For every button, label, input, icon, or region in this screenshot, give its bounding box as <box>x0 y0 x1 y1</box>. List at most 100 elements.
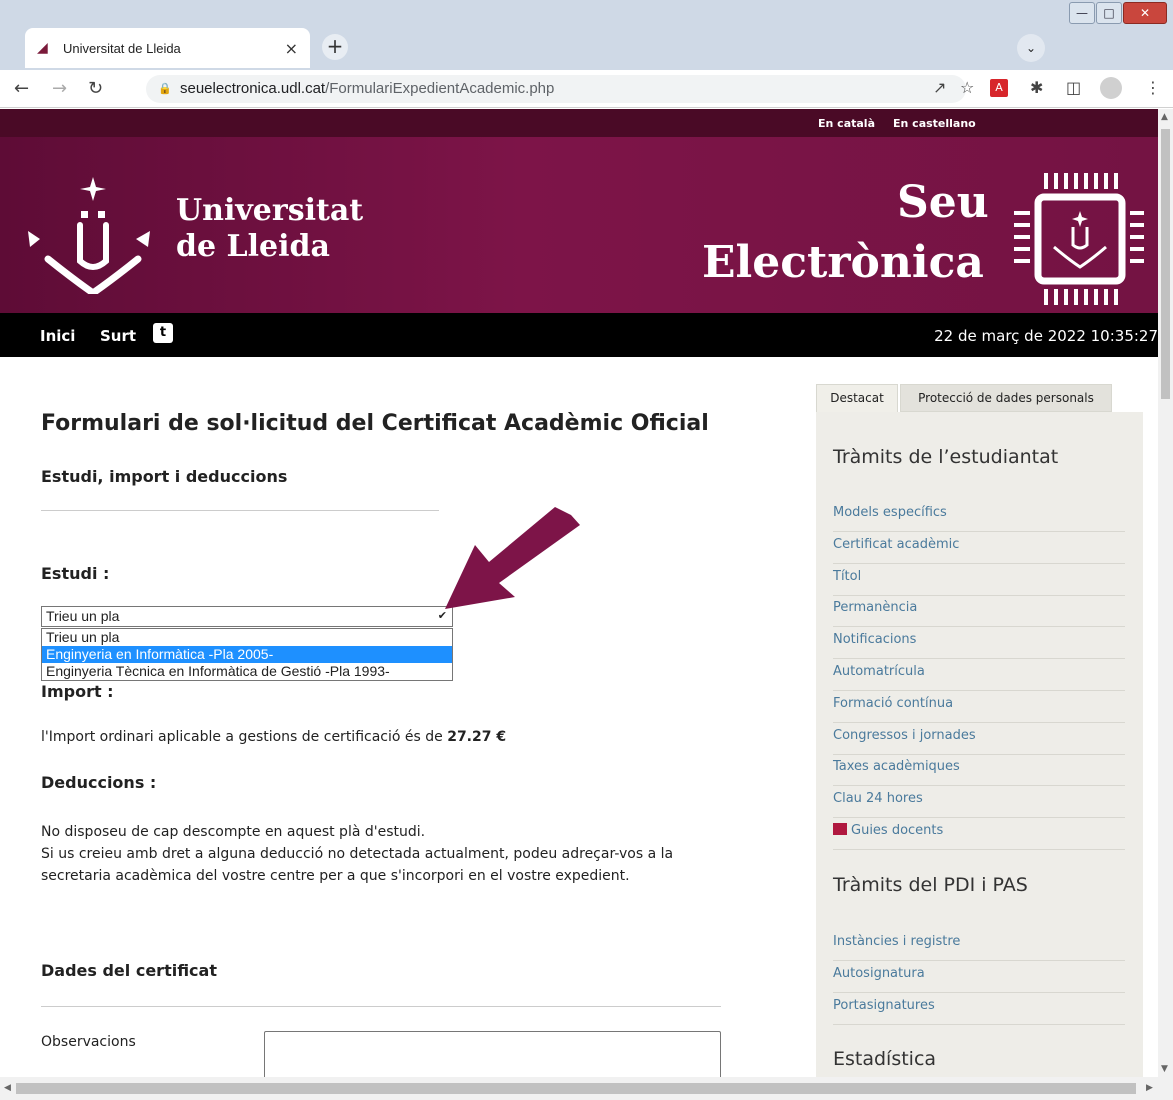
chip-logo-icon <box>1014 173 1144 305</box>
deduccions-line3: secretaria acadèmica del vostre centre p… <box>41 868 630 884</box>
observacions-textarea[interactable] <box>264 1031 721 1077</box>
horizontal-scrollbar[interactable]: ◀ ▶ <box>0 1077 1173 1100</box>
section-heading-estudi: Estudi, import i deduccions <box>41 467 288 486</box>
maximize-button[interactable]: □ <box>1096 2 1122 24</box>
sidebar-link[interactable]: Automatrícula <box>833 659 1125 691</box>
sidebar-link-label: Models específics <box>833 505 947 520</box>
sidebar-link-label: Títol <box>833 568 862 584</box>
lang-castellano-link[interactable]: En castellano <box>893 117 976 130</box>
sidebar-link[interactable]: Autosignatura <box>833 961 1125 993</box>
sidebar-link[interactable]: Permanència <box>833 595 1125 628</box>
sidebar-panel: Tràmits de l’estudiantat Models específi… <box>816 412 1143 1077</box>
scroll-up-icon[interactable]: ▲ <box>1161 112 1168 122</box>
share-icon[interactable]: ↗ <box>933 78 946 97</box>
tab-title: Universitat de Lleida <box>63 40 181 56</box>
deduccions-line2: Si us creieu amb dret a alguna deducció … <box>41 846 674 862</box>
uni-name-line1: Universitat <box>176 193 364 228</box>
university-name: Universitat de Lleida <box>176 193 363 265</box>
observacions-label: Observacions <box>41 1034 136 1050</box>
sidebar-link-label: Permanència <box>833 600 918 616</box>
reload-icon[interactable]: ↻ <box>88 78 103 99</box>
estudi-select-value: Trieu un pla <box>46 608 120 624</box>
uni-name-line2: de Lleida <box>176 229 330 264</box>
sidebar-link[interactable]: Taxes acadèmiques <box>833 754 1125 787</box>
tab-destacat[interactable]: Destacat <box>816 384 898 412</box>
sidebar-link-label: Instàncies i registre <box>833 934 961 949</box>
side-panel-icon[interactable]: ◫ <box>1066 78 1081 97</box>
browser-tab-strip: ◢ Universitat de Lleida × + ⌄ — □ ✕ <box>0 0 1173 70</box>
sidebar-link[interactable]: Guies docents <box>833 818 1125 850</box>
sidebar-link[interactable]: Certificat acadèmic <box>833 532 1125 564</box>
menu-dots-icon[interactable]: ⋮ <box>1145 78 1161 97</box>
sidebar-heading-estadistica: Estadística <box>833 1048 937 1070</box>
divider <box>41 510 439 511</box>
sidebar-link[interactable]: Models específics <box>833 500 1125 532</box>
close-window-button[interactable]: ✕ <box>1123 2 1167 24</box>
page-viewport: En català En castellano Universitat de L… <box>0 109 1158 1077</box>
sidebar-link[interactable]: Títol <box>833 564 1125 596</box>
section-heading-dades: Dades del certificat <box>41 961 217 980</box>
language-bar: En català En castellano <box>0 109 1158 137</box>
guies-square-icon <box>833 823 847 835</box>
sidebar-link[interactable]: Clau 24 hores <box>833 786 1125 819</box>
sidebar-heading-pdi-pas: Tràmits del PDI i PAS <box>833 874 1028 896</box>
forward-arrow-icon[interactable]: → <box>52 78 67 99</box>
sidebar-link-label: Guies docents <box>851 823 944 838</box>
seu-title-line2: Electrònica <box>702 237 984 288</box>
extensions-puzzle-icon[interactable]: ✱ <box>1030 78 1043 97</box>
nav-inici-link[interactable]: Inici <box>40 327 75 345</box>
estudi-select[interactable]: Trieu un pla ✔ <box>41 606 453 627</box>
url-domain: seuelectronica.udl.cat <box>180 80 326 97</box>
twitter-icon[interactable]: t <box>153 323 173 343</box>
udl-favicon-icon: ◢ <box>37 40 48 56</box>
tab-proteccio-dades[interactable]: Protecció de dades personals <box>900 384 1112 412</box>
scroll-left-icon[interactable]: ◀ <box>4 1083 11 1093</box>
deduccions-text: No disposeu de cap descompte en aquest p… <box>41 821 741 887</box>
udl-logo-icon[interactable] <box>28 169 158 294</box>
header-banner: Universitat de Lleida Seu Electrònica <box>0 137 1158 313</box>
browser-toolbar: ← → ↻ 🔒 seuelectronica.udl.cat/Formulari… <box>0 70 1173 108</box>
estudi-dropdown-list: Trieu un pla Enginyeria en Informàtica -P… <box>41 628 453 681</box>
sidebar-link[interactable]: Formació contínua <box>833 691 1125 723</box>
sidebar-link[interactable]: Notificacions <box>833 627 1125 660</box>
sidebar-link-label: Clau 24 hores <box>833 791 923 807</box>
profile-avatar-icon[interactable] <box>1100 77 1122 99</box>
estudi-option[interactable]: Enginyeria en Informàtica -Pla 2005- <box>42 646 452 663</box>
browser-tab[interactable]: ◢ Universitat de Lleida × <box>25 28 310 68</box>
tab-search-chevron-icon[interactable]: ⌄ <box>1017 34 1045 62</box>
horizontal-scroll-thumb[interactable] <box>16 1083 1136 1094</box>
pointer-arrow-icon <box>445 507 580 609</box>
vertical-scrollbar[interactable]: ▲ ▼ <box>1158 109 1173 1077</box>
sidebar-link-label: Autosignatura <box>833 965 925 981</box>
lang-catala-link[interactable]: En català <box>818 117 875 130</box>
tab-close-icon[interactable]: × <box>285 39 298 58</box>
deduccions-line1: No disposeu de cap descompte en aquest p… <box>41 824 426 840</box>
estudi-option[interactable]: Enginyeria Tècnica en Informàtica de Ges… <box>42 663 452 680</box>
address-bar[interactable]: 🔒 seuelectronica.udl.cat/FormulariExpedi… <box>146 75 966 103</box>
sidebar-link-label: Congressos i jornades <box>833 727 976 743</box>
new-tab-button[interactable]: + <box>322 34 348 60</box>
page-title: Formulari de sol·licitud del Certificat … <box>41 411 709 436</box>
sidebar-link-label: Certificat acadèmic <box>833 536 960 552</box>
minimize-button[interactable]: — <box>1069 2 1095 24</box>
sidebar-link[interactable]: Congressos i jornades <box>833 723 1125 755</box>
vertical-scroll-thumb[interactable] <box>1161 129 1170 399</box>
scroll-right-icon[interactable]: ▶ <box>1146 1083 1153 1093</box>
sidebar-link-label: Formació contínua <box>833 695 954 711</box>
url-path: /FormulariExpedientAcademic.php <box>325 80 555 97</box>
nav-surt-link[interactable]: Surt <box>100 327 136 345</box>
scroll-down-icon[interactable]: ▼ <box>1161 1064 1168 1074</box>
sidebar-link-label: Portasignatures <box>833 997 935 1013</box>
sidebar-link-label: Notificacions <box>833 632 917 648</box>
import-text: l'Import ordinari aplicable a gestions d… <box>41 729 506 745</box>
pdf-extension-icon[interactable]: A <box>990 79 1008 97</box>
sidebar-link[interactable]: Instàncies i registre <box>833 929 1125 961</box>
top-nav-bar: Inici Surt t 22 de març de 2022 10:35:27 <box>0 313 1158 357</box>
sidebar-link-label: Taxes acadèmiques <box>833 759 960 775</box>
deduccions-label: Deduccions : <box>41 773 157 792</box>
bookmark-star-icon[interactable]: ☆ <box>960 78 974 97</box>
estudi-option[interactable]: Trieu un pla <box>42 629 452 646</box>
sidebar-link[interactable]: Portasignatures <box>833 993 1125 1025</box>
import-label: Import : <box>41 682 114 701</box>
back-arrow-icon[interactable]: ← <box>14 78 29 99</box>
